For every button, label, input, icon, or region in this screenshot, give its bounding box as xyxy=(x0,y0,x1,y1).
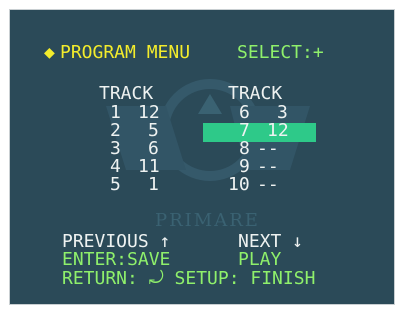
menu-marker-icon: ◆ xyxy=(44,42,55,63)
select-hint: SELECT:+ xyxy=(237,42,324,63)
osd-screen: PRIMARE ◆ PROGRAM MENU SELECT:+ TRACK TR… xyxy=(9,9,395,305)
left-track-5: 1 xyxy=(148,174,159,195)
left-slot-5: 5 xyxy=(110,174,121,195)
enter-save-hint: ENTER:SAVE xyxy=(62,249,171,270)
right-track-10: -- xyxy=(257,174,279,195)
menu-title: PROGRAM MENU xyxy=(60,42,191,63)
watermark-brand: PRIMARE xyxy=(155,210,260,231)
play-hint: PLAY xyxy=(238,249,282,270)
right-column-header: TRACK xyxy=(228,83,283,104)
left-column-header: TRACK xyxy=(99,83,154,104)
return-setup-hint: RETURN: ⤾ SETUP: FINISH xyxy=(62,268,316,289)
right-slot-10: 10 xyxy=(228,174,250,195)
